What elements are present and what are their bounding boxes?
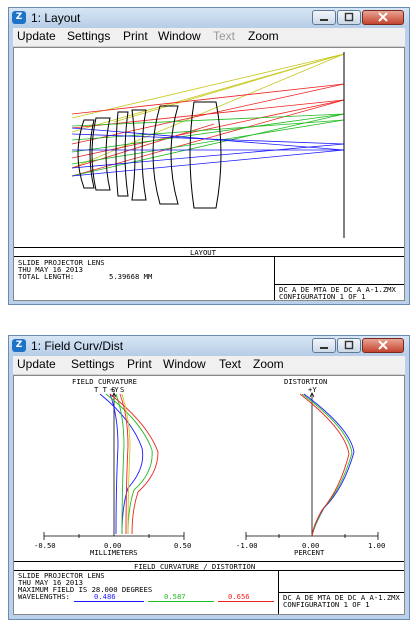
total-length-value: 5.39668 MM (109, 272, 153, 281)
fc-tick-min: -0.50 (34, 541, 56, 550)
dist-curve-blue (303, 393, 355, 537)
menu-window[interactable]: Window (158, 29, 201, 43)
ray-bundle-blue (71, 127, 345, 177)
close-icon (378, 340, 388, 350)
field-curv-info-box: FIELD CURVATURE / DISTORTION SLIDE PROJE… (14, 561, 404, 614)
layout-titlebar[interactable]: Z 1: Layout (9, 8, 409, 28)
menu-print[interactable]: Print (127, 357, 152, 371)
minimize-icon (320, 19, 328, 21)
configuration-label: CONFIGURATION 1 OF 1 (283, 600, 370, 609)
wavelength-green: 0.587 (164, 592, 186, 601)
config-box: DC A DE MTA DE DC A A-1.ZMX CONFIGURATIO… (278, 570, 404, 614)
wavelength-blue: 0.486 (94, 592, 116, 601)
menu-update[interactable]: Update (17, 29, 56, 43)
minimize-button[interactable] (312, 338, 336, 353)
close-icon (378, 12, 388, 22)
config-box: DC A DE MTA DE DC A A-1.ZMX CONFIGURATIO… (274, 256, 404, 300)
field-curv-menubar: Update Settings Print Window Text Zoom (13, 356, 405, 375)
aberration-plots (43, 392, 379, 540)
dist-curve-red (299, 393, 350, 537)
field-curv-window: Z 1: Field Curv/Dist Update Settings Pri… (8, 335, 410, 620)
wavelength-red-underline (218, 601, 274, 602)
dist-axes (245, 392, 379, 540)
layout-info-box: LAYOUT SLIDE PROJECTOR LENS THU MAY 16 2… (14, 247, 404, 300)
lens-elements (77, 101, 222, 209)
field-curv-plot-canvas: FIELD CURVATURE DISTORTION T T S S +Y +Y (13, 375, 405, 615)
menu-zoom[interactable]: Zoom (248, 29, 279, 43)
layout-plot-canvas: LAYOUT SLIDE PROJECTOR LENS THU MAY 16 2… (13, 47, 405, 301)
app-icon[interactable]: Z (12, 339, 26, 352)
minimize-icon (320, 347, 328, 349)
fc-tick-max: 0.50 (174, 541, 192, 550)
window-title: 1: Layout (31, 11, 81, 25)
menu-text[interactable]: Text (219, 357, 241, 371)
dist-unit-label: PERCENT (294, 548, 325, 557)
fc-axes (43, 392, 185, 540)
menu-text: Text (213, 29, 236, 43)
maximize-button[interactable] (337, 338, 361, 353)
menu-settings[interactable]: Settings (71, 357, 114, 371)
menu-update[interactable]: Update (17, 357, 56, 371)
window-title: 1: Field Curv/Dist (31, 339, 124, 353)
maximize-icon (344, 340, 354, 350)
minimize-button[interactable] (312, 10, 336, 25)
dist-curve-green (301, 393, 353, 537)
menu-settings[interactable]: Settings (67, 29, 110, 43)
menu-print[interactable]: Print (123, 29, 148, 43)
wavelength-red: 0.656 (228, 592, 250, 601)
plot-title: LAYOUT (190, 248, 216, 257)
close-button[interactable] (362, 10, 404, 25)
menu-zoom[interactable]: Zoom (253, 357, 284, 371)
wavelength-blue-underline (74, 601, 144, 602)
plot-title: FIELD CURVATURE / DISTORTION (134, 562, 256, 571)
dist-tick-min: -1.00 (236, 541, 258, 550)
app-icon[interactable]: Z (12, 11, 26, 24)
wavelength-green-underline (148, 601, 214, 602)
lens-element-2 (91, 117, 111, 191)
menu-window[interactable]: Window (163, 357, 206, 371)
maximize-button[interactable] (337, 10, 361, 25)
configuration-label: CONFIGURATION 1 OF 1 (279, 292, 366, 301)
ray-bundle-green (71, 113, 345, 177)
dist-tick-max: 1.00 (368, 541, 386, 550)
wavelengths-label: WAVELENGTHS: (18, 592, 70, 601)
fc-unit-label: MILLIMETERS (90, 548, 138, 557)
field-curv-titlebar[interactable]: Z 1: Field Curv/Dist (9, 336, 409, 356)
layout-menubar: Update Settings Print Window Text Zoom (13, 28, 405, 47)
total-length-label: TOTAL LENGTH: (18, 272, 75, 281)
close-button[interactable] (362, 338, 404, 353)
layout-window: Z 1: Layout Update Settings Print Window… (8, 7, 410, 305)
maximize-icon (344, 12, 354, 22)
